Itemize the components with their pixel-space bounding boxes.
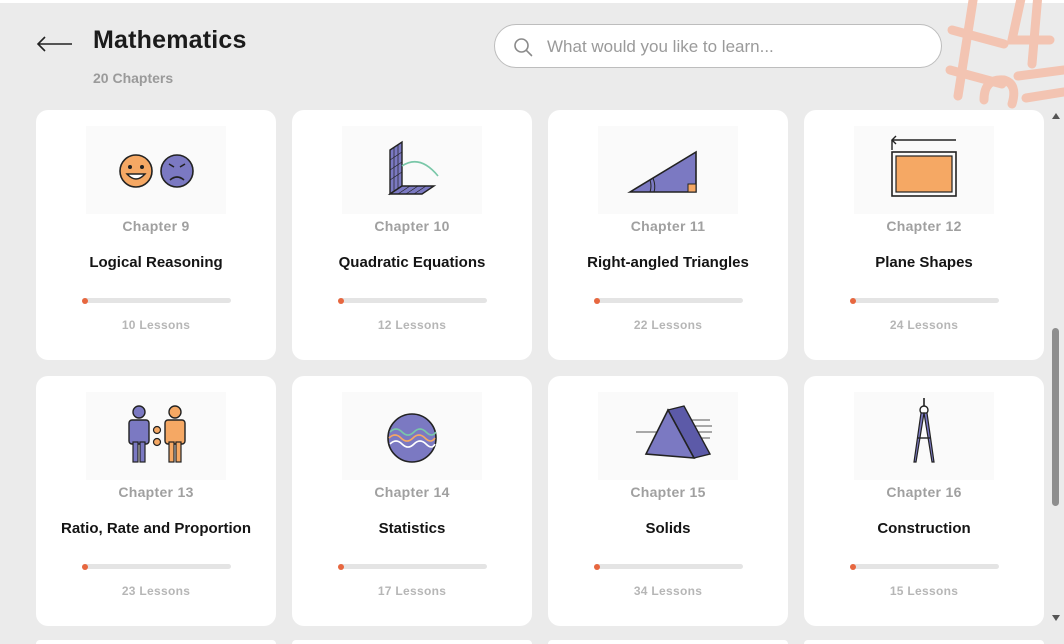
chapter-title: Quadratic Equations (338, 254, 486, 271)
search-icon (513, 37, 533, 57)
chapter-title: Logical Reasoning (89, 254, 223, 271)
chapter-card-partial[interactable] (548, 640, 788, 644)
search-input[interactable] (545, 31, 929, 63)
chapter-number: Chapter 14 (374, 484, 450, 500)
wave-circle-icon (342, 392, 482, 480)
compass-icon (854, 392, 994, 480)
chapter-title: Statistics (378, 520, 446, 537)
progress-bar (594, 297, 743, 304)
progress-bar (850, 297, 999, 304)
chapter-number: Chapter 16 (886, 484, 962, 500)
progress-bar (338, 563, 487, 570)
lesson-count: 24 Lessons (889, 318, 959, 332)
arrow-left-icon (36, 36, 72, 52)
chapter-title: Solids (645, 520, 691, 537)
lesson-count: 10 Lessons (121, 318, 191, 332)
scrollbar[interactable] (1048, 110, 1064, 644)
chapter-title: Plane Shapes (875, 254, 973, 271)
progress-bar (850, 563, 999, 570)
scroll-up-icon[interactable] (1051, 112, 1061, 120)
chapter-number: Chapter 11 (630, 218, 706, 234)
progress-fill (82, 297, 88, 304)
progress-fill (82, 563, 88, 570)
faces-icon (86, 126, 226, 214)
chapter-title: Ratio, Rate and Proportion (60, 520, 251, 537)
chapter-number: Chapter 15 (630, 484, 706, 500)
progress-fill (338, 563, 344, 570)
progress-bar (338, 297, 487, 304)
chapter-number: Chapter 13 (118, 484, 194, 500)
lesson-count: 23 Lessons (121, 584, 191, 598)
lesson-count: 17 Lessons (377, 584, 447, 598)
top-edge (0, 0, 1064, 3)
graph-grid-icon (342, 126, 482, 214)
chapter-card-partial[interactable] (36, 640, 276, 644)
chapter-card[interactable]: Chapter 13 Ratio, Rate and Proportion 23… (36, 376, 276, 626)
chapter-number: Chapter 12 (886, 218, 962, 234)
chapter-card[interactable]: Chapter 16 Construction 15 Lessons (804, 376, 1044, 626)
right-triangle-icon (598, 126, 738, 214)
chapter-number: Chapter 10 (374, 218, 450, 234)
lesson-count: 34 Lessons (633, 584, 703, 598)
lesson-count: 22 Lessons (633, 318, 703, 332)
lesson-count: 12 Lessons (377, 318, 447, 332)
chapter-count: 20 Chapters (93, 70, 174, 86)
page-title: Mathematics (93, 26, 247, 54)
progress-fill (850, 297, 856, 304)
chapter-card[interactable]: Chapter 14 Statistics 17 Lessons (292, 376, 532, 626)
chapter-card[interactable]: Chapter 12 Plane Shapes 24 Lessons (804, 110, 1044, 360)
progress-bar (594, 563, 743, 570)
chapter-card[interactable]: Chapter 15 Solids 34 Lessons (548, 376, 788, 626)
lesson-count: 15 Lessons (889, 584, 959, 598)
search-bar[interactable] (494, 24, 942, 68)
chapter-card-partial[interactable] (804, 640, 1044, 644)
progress-fill (594, 563, 600, 570)
progress-fill (594, 297, 600, 304)
scroll-down-icon[interactable] (1051, 614, 1061, 622)
chapter-title: Right-angled Triangles (587, 254, 749, 271)
chapter-title: Construction (877, 520, 971, 537)
scrollbar-thumb[interactable] (1052, 328, 1059, 506)
chapter-card[interactable]: Chapter 10 Quadratic Equations 12 Lesson… (292, 110, 532, 360)
progress-bar (82, 297, 231, 304)
back-button[interactable] (34, 27, 74, 59)
progress-fill (850, 563, 856, 570)
chapter-card-partial[interactable] (292, 640, 532, 644)
progress-bar (82, 563, 231, 570)
progress-fill (338, 297, 344, 304)
chapter-card[interactable]: Chapter 9 Logical Reasoning 10 Lessons (36, 110, 276, 360)
prism-icon (598, 392, 738, 480)
rectangle-icon (854, 126, 994, 214)
chapter-card[interactable]: Chapter 11 Right-angled Triangles 22 Les… (548, 110, 788, 360)
people-ratio-icon (86, 392, 226, 480)
chapter-number: Chapter 9 (122, 218, 190, 234)
